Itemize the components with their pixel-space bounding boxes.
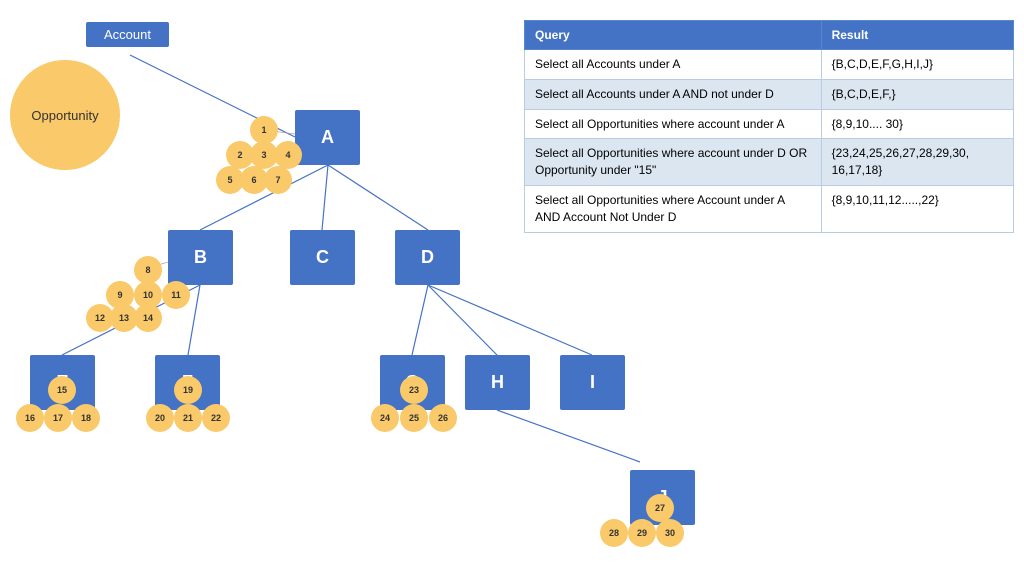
- opportunity-legend: Opportunity: [10, 60, 120, 170]
- opp-node-26: 26: [429, 404, 457, 432]
- result-cell: {B,C,D,E,F,G,H,I,J}: [821, 50, 1013, 80]
- table-row: Select all Accounts under A{B,C,D,E,F,G,…: [525, 50, 1014, 80]
- opp-node-1: 1: [250, 116, 278, 144]
- query-cell: Select all Opportunities where Account u…: [525, 185, 822, 232]
- opp-node-17: 17: [44, 404, 72, 432]
- query-cell: Select all Opportunities where account u…: [525, 109, 822, 139]
- opp-node-27: 27: [646, 494, 674, 522]
- result-cell: {B,C,D,E,F,}: [821, 79, 1013, 109]
- opp-node-20: 20: [146, 404, 174, 432]
- account-node-B: B: [168, 230, 233, 285]
- table-row: Select all Accounts under A AND not unde…: [525, 79, 1014, 109]
- query-cell: Select all Accounts under A AND not unde…: [525, 79, 822, 109]
- table-row: Select all Opportunities where Account u…: [525, 185, 1014, 232]
- opp-node-29: 29: [628, 519, 656, 547]
- col-header-query: Query: [525, 21, 822, 50]
- account-node-H: H: [465, 355, 530, 410]
- opp-node-15: 15: [48, 376, 76, 404]
- account-node-D: D: [395, 230, 460, 285]
- opp-node-14: 14: [134, 304, 162, 332]
- query-table-container: Query Result Select all Accounts under A…: [524, 20, 1014, 233]
- account-legend: Account: [86, 22, 169, 47]
- opp-node-23: 23: [400, 376, 428, 404]
- account-node-I: I: [560, 355, 625, 410]
- opp-node-4: 4: [274, 141, 302, 169]
- account-node-C: C: [290, 230, 355, 285]
- table-row: Select all Opportunities where account u…: [525, 109, 1014, 139]
- query-table: Query Result Select all Accounts under A…: [524, 20, 1014, 233]
- opp-node-19: 19: [174, 376, 202, 404]
- opp-node-11: 11: [162, 281, 190, 309]
- result-cell: {23,24,25,26,27,28,29,30, 16,17,18}: [821, 139, 1013, 186]
- opp-node-18: 18: [72, 404, 100, 432]
- account-node-A: A: [295, 110, 360, 165]
- opp-node-16: 16: [16, 404, 44, 432]
- query-cell: Select all Accounts under A: [525, 50, 822, 80]
- result-cell: {8,9,10.... 30}: [821, 109, 1013, 139]
- col-header-result: Result: [821, 21, 1013, 50]
- opp-node-7: 7: [264, 166, 292, 194]
- query-cell: Select all Opportunities where account u…: [525, 139, 822, 186]
- table-row: Select all Opportunities where account u…: [525, 139, 1014, 186]
- opp-node-22: 22: [202, 404, 230, 432]
- opp-node-24: 24: [371, 404, 399, 432]
- opp-node-8: 8: [134, 256, 162, 284]
- opp-node-25: 25: [400, 404, 428, 432]
- opp-node-21: 21: [174, 404, 202, 432]
- opp-node-28: 28: [600, 519, 628, 547]
- result-cell: {8,9,10,11,12.....,22}: [821, 185, 1013, 232]
- opp-node-30: 30: [656, 519, 684, 547]
